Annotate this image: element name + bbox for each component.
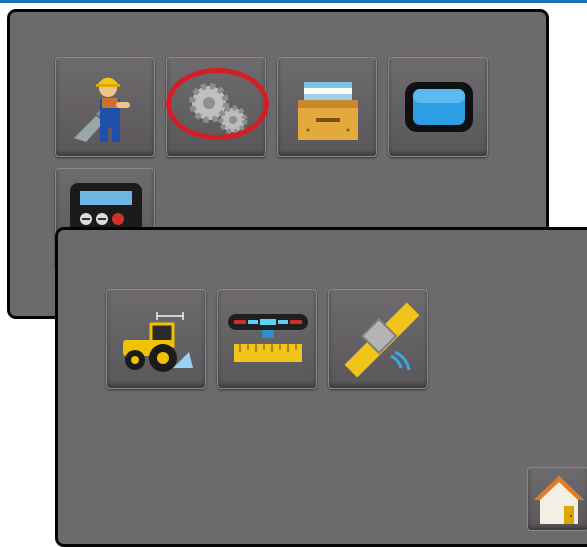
top-accent-line (0, 0, 587, 3)
tractor-setup-icon (123, 312, 193, 372)
operator-menu-button[interactable] (55, 57, 155, 157)
file-box-icon (298, 82, 358, 140)
gnss-setup-button[interactable] (328, 289, 428, 389)
home-button[interactable] (527, 467, 587, 531)
boom-sections-icon (228, 314, 308, 362)
vehicle-setup-button[interactable] (106, 289, 206, 389)
display-screen-icon (405, 82, 473, 132)
home-icon (534, 476, 584, 524)
data-management-menu-button[interactable] (277, 57, 377, 157)
gears-icon (189, 83, 248, 135)
display-menu-button[interactable] (388, 57, 488, 157)
implement-setup-button[interactable] (217, 289, 317, 389)
setup-gears-menu-button[interactable] (166, 57, 266, 157)
gnss-satellite-icon (344, 302, 420, 378)
operator-worker-icon (74, 77, 130, 142)
